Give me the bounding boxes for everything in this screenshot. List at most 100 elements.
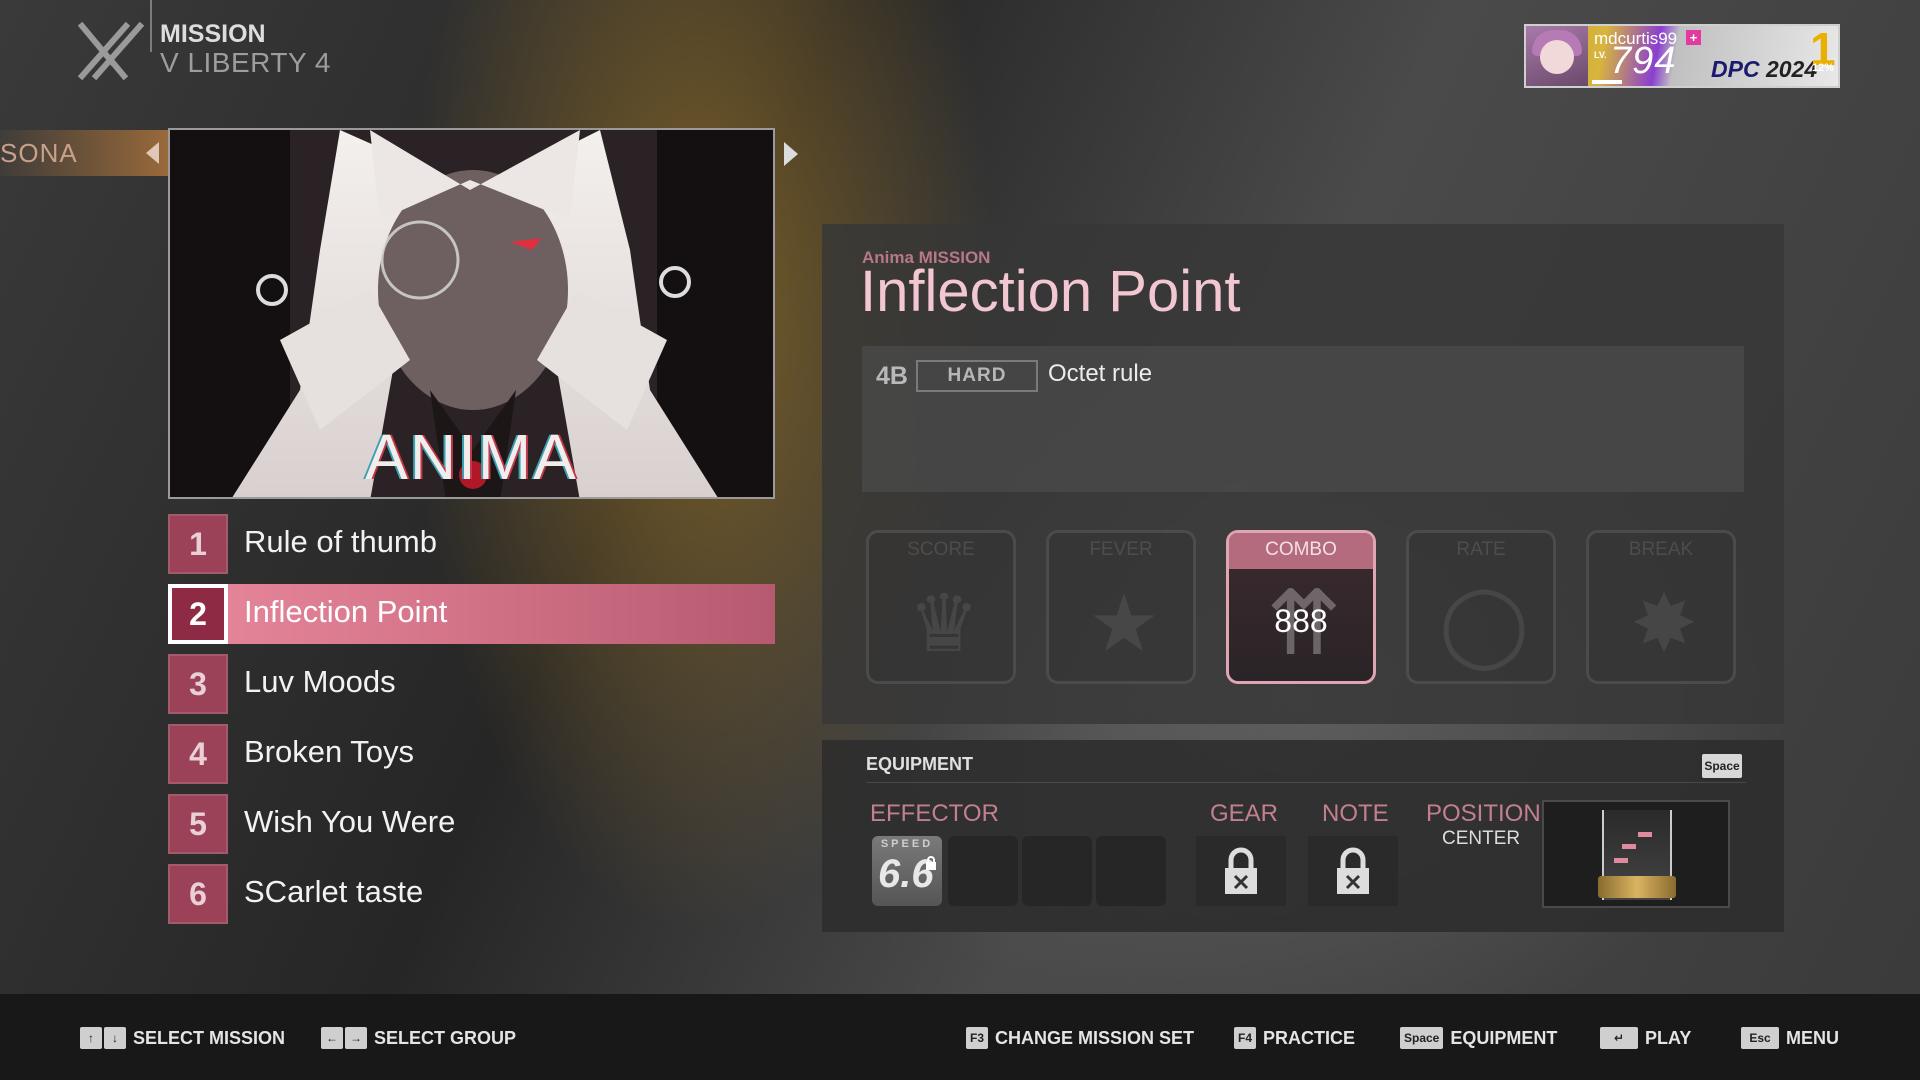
hint-change-mission-set: F3 CHANGE MISSION SET (966, 1026, 1194, 1050)
jacket-title: ANIMA (365, 421, 578, 493)
hint-select-group: ← → SELECT GROUP (321, 1026, 516, 1050)
event-title: DPC 2024 (1711, 56, 1817, 83)
condition-break: ✸ BREAK (1586, 530, 1736, 684)
level-progress-bar (1592, 80, 1622, 84)
ring-icon: ◯ (1439, 579, 1529, 668)
song-title: Rule of thumb (244, 524, 437, 559)
hint-label: EQUIPMENT (1450, 1027, 1558, 1048)
gear-slot[interactable] (1196, 836, 1286, 906)
hint-select-mission: ↑ ↓ SELECT MISSION (80, 1026, 285, 1050)
level-prefix: LV. (1594, 50, 1607, 60)
hint-play: ↵ PLAY (1600, 1026, 1691, 1050)
lock-icon (926, 856, 936, 870)
song-title: Inflection Point (244, 594, 448, 629)
divider (866, 782, 1746, 783)
mission-detail-panel: Anima MISSION Inflection Point 4B HARD O… (822, 224, 1784, 724)
star-icon: ★ (1088, 579, 1160, 668)
plus-icon: + (1686, 30, 1701, 45)
condition-label: FEVER (1089, 539, 1153, 560)
song-title: Broken Toys (244, 734, 415, 769)
song-number: 4 (168, 724, 228, 784)
note-slot[interactable] (1308, 836, 1398, 906)
hint-practice: F4 PRACTICE (1234, 1026, 1355, 1050)
list-item[interactable]: 5 Wish You Were (168, 794, 775, 854)
arrow-down-key-icon: ↓ (104, 1027, 126, 1049)
effector-label: EFFECTOR (870, 800, 999, 827)
position-preview[interactable] (1542, 800, 1730, 908)
condition-fever: ★ FEVER (1046, 530, 1196, 684)
arrow-right-key-icon: → (345, 1027, 367, 1049)
space-key-icon: Space (1400, 1027, 1444, 1049)
condition-combo: ⇈ COMBO 888 (1226, 530, 1376, 684)
mission-title: Inflection Point (860, 259, 1241, 324)
category-tab[interactable]: SONA (0, 130, 168, 176)
list-item-selected[interactable]: 2 Inflection Point (168, 584, 775, 644)
condition-label: COMBO (1265, 539, 1337, 560)
event-prefix: DPC (1711, 56, 1760, 82)
condition-label: RATE (1456, 539, 1506, 560)
hint-menu: Esc MENU (1741, 1026, 1839, 1050)
effector-slot[interactable] (948, 836, 1018, 906)
hint-label: CHANGE MISSION SET (995, 1027, 1195, 1048)
triangle-right-icon[interactable] (784, 142, 798, 166)
condition-label: SCORE (907, 539, 975, 560)
list-item[interactable]: 1 Rule of thumb (168, 514, 775, 574)
mission-label: MISSION (160, 20, 266, 48)
equipment-panel[interactable]: EQUIPMENT Space EFFECTOR SPEED 6.6 GEAR … (822, 740, 1784, 932)
song-number: 5 (168, 794, 228, 854)
hint-label: PRACTICE (1263, 1027, 1356, 1048)
song-number: 6 (168, 864, 228, 924)
equipment-title: EQUIPMENT (866, 754, 974, 774)
f3-key-icon: F3 (966, 1027, 989, 1049)
list-item[interactable]: 6 SCarlet taste (168, 864, 775, 924)
arrow-left-key-icon: ← (321, 1027, 343, 1049)
category-label: SONA (0, 138, 78, 168)
header-divider (150, 0, 152, 52)
song-number: 2 (168, 584, 228, 644)
game-logo-icon (77, 21, 148, 81)
hint-label: PLAY (1645, 1027, 1692, 1048)
button-mode: 4B (876, 362, 908, 390)
f4-key-icon: F4 (1234, 1027, 1257, 1049)
condition-rate: ◯ RATE (1406, 530, 1556, 684)
song-title: Luv Moods (244, 664, 396, 699)
pattern-info: 4B HARD Octet rule (862, 346, 1744, 492)
song-number: 1 (168, 514, 228, 574)
speed-effector-slot[interactable]: SPEED 6.6 (872, 836, 942, 906)
hint-label: SELECT MISSION (133, 1027, 286, 1048)
effector-slot[interactable] (1022, 836, 1092, 906)
condition-label: BREAK (1628, 539, 1694, 560)
song-title: Wish You Were (244, 804, 456, 839)
song-number: 3 (168, 654, 228, 714)
mission-rule: Octet rule (1048, 360, 1153, 387)
condition-score: ♛ SCORE (866, 530, 1016, 684)
song-jacket-art: ANIMA (168, 128, 775, 499)
lock-icon (1225, 847, 1257, 894)
esc-key-icon: Esc (1741, 1027, 1779, 1049)
note-label: NOTE (1322, 800, 1389, 827)
mission-set-name: V LIBERTY 4 (160, 47, 331, 78)
triangle-left-icon[interactable] (146, 142, 159, 164)
gear-label: GEAR (1210, 800, 1279, 827)
list-item[interactable]: 3 Luv Moods (168, 654, 775, 714)
hint-label: MENU (1786, 1027, 1839, 1048)
enter-key-icon: ↵ (1600, 1027, 1638, 1049)
effector-slot[interactable] (1096, 836, 1166, 906)
song-title: SCarlet taste (244, 874, 424, 909)
arrow-up-key-icon: ↑ (80, 1027, 102, 1049)
player-profile-badge[interactable]: mdcurtis99 + LV. 794 DPC 2024 1 12% (1524, 24, 1840, 88)
hint-equipment: Space EQUIPMENT (1400, 1026, 1557, 1050)
position-value: CENTER (1442, 828, 1521, 849)
burst-icon: ✸ (1630, 579, 1698, 668)
hint-label: SELECT GROUP (374, 1027, 517, 1048)
trophy-icon: ♛ (908, 579, 980, 668)
position-label: POSITION (1426, 800, 1541, 827)
condition-value: 888 (1274, 603, 1328, 639)
list-item[interactable]: 4 Broken Toys (168, 724, 775, 784)
difficulty-badge: HARD (916, 360, 1038, 392)
space-key-icon: Space (1702, 754, 1742, 778)
player-level: 794 (1610, 40, 1677, 82)
speed-label: SPEED (880, 838, 934, 850)
lock-icon (1337, 847, 1369, 894)
event-percent: 12% (1812, 62, 1835, 74)
